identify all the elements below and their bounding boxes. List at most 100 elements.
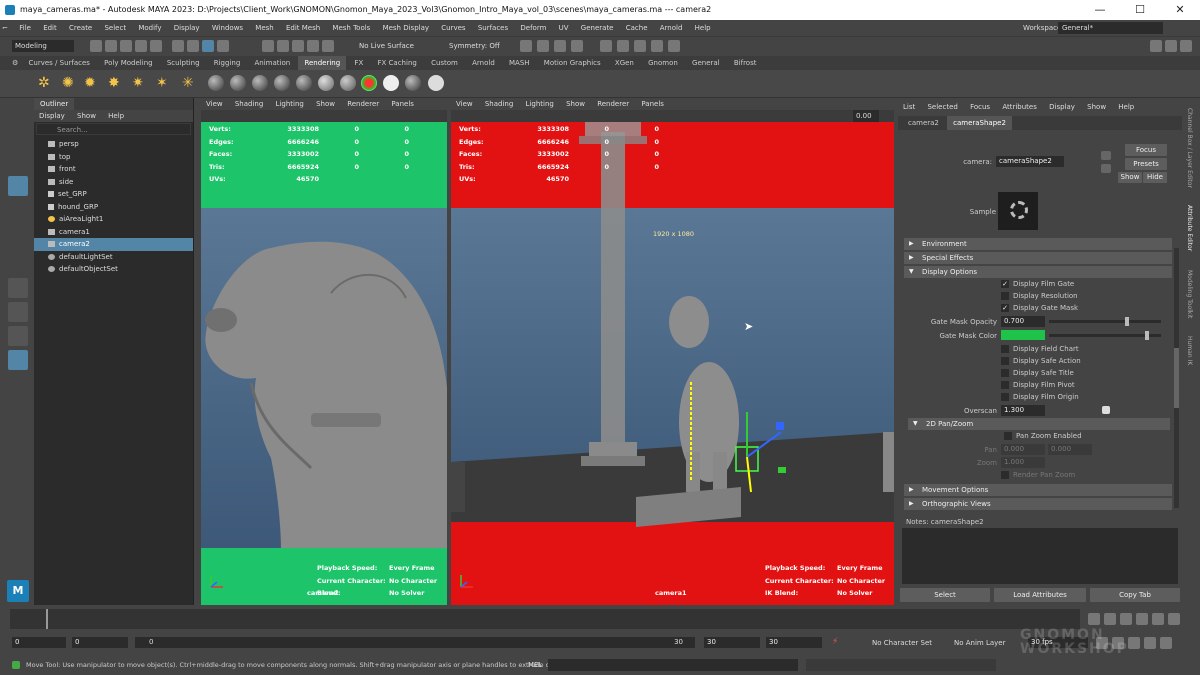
outliner-menu-show[interactable]: Show bbox=[72, 110, 101, 122]
load-attributes-button[interactable]: Load Attributes bbox=[994, 588, 1086, 602]
material-sphere-icon[interactable] bbox=[318, 75, 334, 91]
pan-x-field[interactable]: 0.000 bbox=[1001, 444, 1045, 455]
select-object-icon[interactable] bbox=[187, 40, 199, 52]
outliner-item-aiarealight1[interactable]: aiAreaLight1 bbox=[34, 213, 193, 226]
zoom-field[interactable]: 1.000 bbox=[1001, 457, 1045, 468]
select-component-icon[interactable] bbox=[202, 40, 214, 52]
gate-mask-opacity-field[interactable]: 0.700 bbox=[1001, 316, 1045, 327]
step-back-key-icon[interactable] bbox=[1104, 613, 1116, 625]
slider-handle[interactable] bbox=[1145, 331, 1149, 340]
mel-label[interactable]: MEL bbox=[528, 661, 542, 669]
select-uv-icon[interactable] bbox=[217, 40, 229, 52]
attr-scrollbar-thumb[interactable] bbox=[1174, 348, 1179, 408]
section-2d-pan-zoom[interactable]: ▼ 2D Pan/Zoom bbox=[908, 418, 1170, 430]
playback-end-field[interactable]: 30 bbox=[704, 637, 760, 648]
attr-menu-attributes[interactable]: Attributes bbox=[997, 98, 1042, 116]
command-line-input[interactable] bbox=[548, 659, 798, 671]
viewport-menu-shading[interactable]: Shading bbox=[230, 98, 268, 110]
menu-uv[interactable]: UV bbox=[554, 20, 574, 36]
last-tool-icon[interactable] bbox=[8, 254, 28, 274]
shelf-tab-curves-surfaces[interactable]: Curves / Surfaces bbox=[23, 56, 96, 70]
display-resolution-checkbox[interactable]: Display Resolution bbox=[1001, 292, 1078, 300]
attr-menu-list[interactable]: List bbox=[898, 98, 920, 116]
toggle-outliner-icon[interactable] bbox=[1150, 40, 1162, 52]
arnold-ipr-icon[interactable] bbox=[651, 40, 663, 52]
notes-textarea[interactable] bbox=[902, 528, 1178, 584]
show-button[interactable]: Show bbox=[1118, 172, 1142, 183]
display-field-chart-checkbox[interactable]: Display Field Chart bbox=[1001, 345, 1079, 353]
camera-name-field[interactable]: cameraShape2 bbox=[996, 156, 1064, 167]
attr-tab-camera2[interactable]: camera2 bbox=[902, 116, 945, 130]
presets-button[interactable]: Presets bbox=[1125, 158, 1167, 170]
playback-start-field[interactable]: 0 bbox=[72, 637, 128, 648]
outliner-item-front[interactable]: front bbox=[34, 163, 193, 176]
light-icon[interactable]: ✳ bbox=[182, 75, 194, 91]
four-view-layout-icon[interactable] bbox=[8, 302, 28, 322]
outliner-item-defaultobjectset[interactable]: defaultObjectSet bbox=[34, 263, 193, 276]
move-tool-icon[interactable] bbox=[8, 176, 28, 196]
mode-dropdown[interactable]: Modeling bbox=[12, 40, 74, 52]
rotate-tool-icon[interactable] bbox=[8, 200, 28, 220]
menu-file[interactable]: File bbox=[14, 20, 36, 36]
shelf-tab-mash[interactable]: MASH bbox=[503, 56, 536, 70]
redo-icon[interactable] bbox=[150, 40, 162, 52]
shelf-tab-rendering[interactable]: Rendering bbox=[298, 56, 347, 70]
shelf-tab-animation[interactable]: Animation bbox=[249, 56, 297, 70]
snap-point-icon[interactable] bbox=[292, 40, 304, 52]
attr-menu-focus[interactable]: Focus bbox=[965, 98, 995, 116]
single-perspective-layout-icon[interactable] bbox=[8, 278, 28, 298]
menu-create[interactable]: Create bbox=[64, 20, 97, 36]
outliner-item-defaultlightset[interactable]: defaultLightSet bbox=[34, 251, 193, 264]
save-scene-icon[interactable] bbox=[120, 40, 132, 52]
menu-mesh[interactable]: Mesh bbox=[250, 20, 278, 36]
hypershade-icon[interactable] bbox=[600, 40, 612, 52]
close-button[interactable]: ✕ bbox=[1160, 0, 1200, 20]
section-orthographic-views[interactable]: ▶ Orthographic Views bbox=[904, 498, 1172, 510]
playback-range-bar[interactable]: 0 30 bbox=[135, 637, 695, 648]
pan-zoom-enabled-checkbox[interactable]: Pan Zoom Enabled bbox=[1004, 432, 1082, 440]
display-film-gate-checkbox[interactable]: ✓ Display Film Gate bbox=[1001, 280, 1074, 288]
slider-handle[interactable] bbox=[1125, 317, 1129, 326]
go-to-end-icon[interactable] bbox=[1168, 613, 1180, 625]
snap-view-icon[interactable] bbox=[307, 40, 319, 52]
gate-mask-opacity-slider[interactable] bbox=[1049, 317, 1161, 326]
viewport-menu-renderer[interactable]: Renderer bbox=[342, 98, 384, 110]
light-icon[interactable]: ✹ bbox=[84, 75, 96, 91]
viewport-menu-shading[interactable]: Shading bbox=[480, 98, 518, 110]
magnifier-icon[interactable] bbox=[8, 374, 28, 394]
gate-mask-color-swatch[interactable] bbox=[1001, 330, 1045, 340]
outliner-search-input[interactable]: Search... bbox=[36, 123, 191, 135]
display-gate-mask-checkbox[interactable]: ✓ Display Gate Mask bbox=[1001, 304, 1078, 312]
new-scene-icon[interactable] bbox=[90, 40, 102, 52]
focus-button[interactable]: Focus bbox=[1125, 144, 1167, 156]
shelf-tab-sculpting[interactable]: Sculpting bbox=[161, 56, 206, 70]
auto-key-icon[interactable]: ⚡ bbox=[832, 637, 838, 647]
viewport-camera2[interactable]: View Shading Lighting Show Renderer Pane… bbox=[201, 98, 447, 605]
outliner-item-camera2[interactable]: camera2 bbox=[34, 238, 193, 251]
menubar-toggle-icon[interactable]: ⌐ bbox=[0, 20, 12, 36]
workspace-dropdown[interactable]: General* bbox=[1058, 22, 1163, 34]
viewport-menu-panels[interactable]: Panels bbox=[386, 98, 419, 110]
copy-tab-button[interactable]: Copy Tab bbox=[1090, 588, 1180, 602]
light-icon[interactable]: ✶ bbox=[156, 75, 168, 91]
menu-select[interactable]: Select bbox=[99, 20, 131, 36]
light-icon[interactable]: ✺ bbox=[62, 75, 74, 91]
side-tab-modeling-toolkit[interactable]: Modeling Toolkit bbox=[1186, 270, 1193, 330]
shelf-tab-bifrost[interactable]: Bifrost bbox=[728, 56, 763, 70]
toggle-attribute-editor-icon[interactable] bbox=[1165, 40, 1177, 52]
outliner-item-set-grp[interactable]: set_GRP bbox=[34, 188, 193, 201]
shelf-tab-poly-modeling[interactable]: Poly Modeling bbox=[98, 56, 158, 70]
undo-icon[interactable] bbox=[135, 40, 147, 52]
display-film-origin-checkbox[interactable]: Display Film Origin bbox=[1001, 393, 1079, 401]
side-tab-channel-box[interactable]: Channel Box / Layer Editor bbox=[1186, 108, 1193, 198]
goto-output-icon[interactable] bbox=[1101, 164, 1111, 173]
outliner-tab[interactable]: Outliner bbox=[34, 98, 75, 110]
end-time-field[interactable]: 30 bbox=[766, 637, 822, 648]
scale-tool-icon[interactable] bbox=[8, 224, 28, 244]
display-safe-title-checkbox[interactable]: Display Safe Title bbox=[1001, 369, 1074, 377]
pan-y-field[interactable]: 0.000 bbox=[1048, 444, 1092, 455]
menu-arnold[interactable]: Arnold bbox=[655, 20, 688, 36]
material-sphere-icon[interactable] bbox=[361, 75, 377, 91]
light-icon[interactable]: ✷ bbox=[132, 75, 144, 91]
shelf-options-icon[interactable]: ⚙ bbox=[10, 56, 20, 70]
